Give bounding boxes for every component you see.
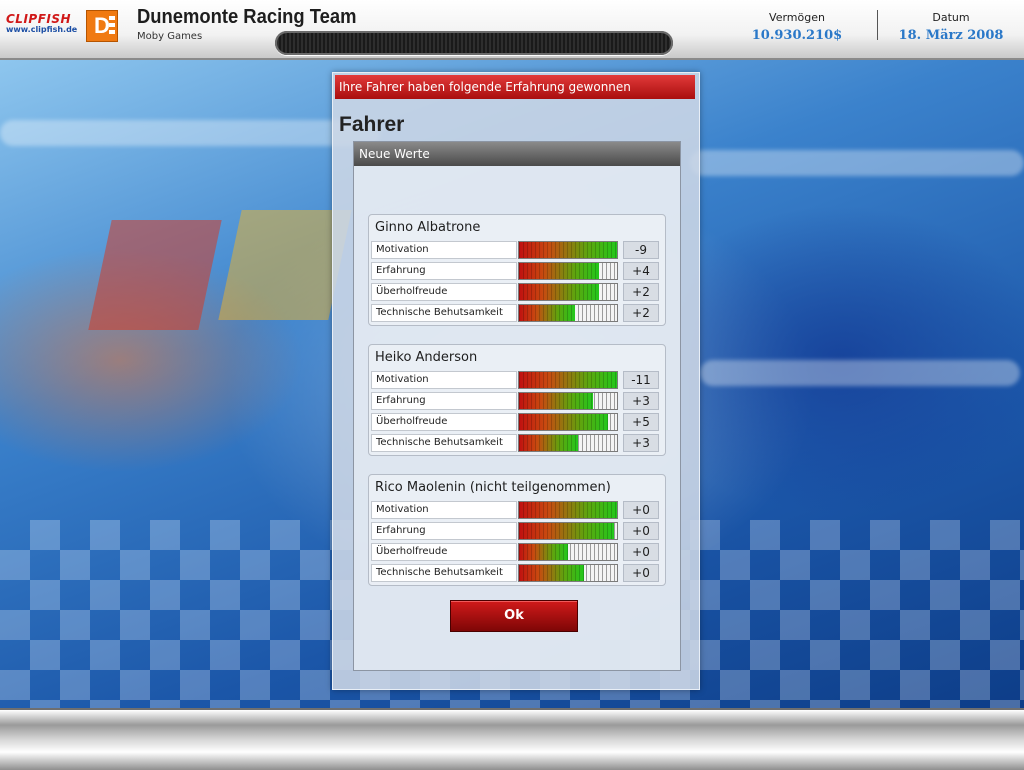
motion-streak bbox=[690, 150, 1024, 176]
stat-bar bbox=[518, 434, 618, 452]
stat-bar-fill bbox=[519, 544, 568, 560]
bottom-bar bbox=[0, 708, 1024, 770]
stat-label: Technische Behutsamkeit bbox=[371, 564, 517, 582]
brand-wordmark: CLIPFISH bbox=[6, 12, 72, 26]
stat-row: Technische Behutsamkeit +0 bbox=[371, 564, 661, 582]
driver-card: Heiko Anderson Motivation -11 Erfahrung … bbox=[368, 344, 666, 456]
stat-bar bbox=[518, 564, 618, 582]
stat-bar-fill bbox=[519, 565, 584, 581]
motion-streak bbox=[700, 360, 1020, 386]
motion-streak bbox=[0, 120, 380, 146]
stat-label: Motivation bbox=[371, 241, 517, 259]
stat-bar bbox=[518, 392, 618, 410]
stat-bar bbox=[518, 262, 618, 280]
stat-bar bbox=[518, 371, 618, 389]
stat-bar bbox=[518, 543, 618, 561]
stat-row: Überholfreude +2 bbox=[371, 283, 661, 301]
driver-name: Heiko Anderson bbox=[375, 350, 478, 365]
datum-label: Datum bbox=[932, 11, 970, 24]
stat-label: Überholfreude bbox=[371, 413, 517, 431]
new-values-panel: Neue Werte Ginno Albatrone Motivation -9… bbox=[353, 141, 681, 671]
stat-row: Technische Behutsamkeit +3 bbox=[371, 434, 661, 452]
stat-delta: -11 bbox=[623, 371, 659, 389]
stat-bar-fill bbox=[519, 284, 600, 300]
stat-delta: +0 bbox=[623, 522, 659, 540]
stat-bar-fill bbox=[519, 393, 594, 409]
stat-bar-fill bbox=[519, 372, 617, 388]
driver-name: Rico Maolenin (nicht teilgenommen) bbox=[375, 480, 611, 495]
stat-delta: +5 bbox=[623, 413, 659, 431]
clipfish-logo: CLIPFISH www.clipfish.de bbox=[6, 12, 78, 34]
stat-label: Erfahrung bbox=[371, 262, 517, 280]
stat-row: Motivation -11 bbox=[371, 371, 661, 389]
stat-label: Technische Behutsamkeit bbox=[371, 434, 517, 452]
dialog-title: Ihre Fahrer haben folgende Erfahrung gew… bbox=[335, 75, 695, 99]
stat-delta: +3 bbox=[623, 434, 659, 452]
team-subtitle: Moby Games bbox=[137, 31, 203, 42]
stat-bar-fill bbox=[519, 414, 609, 430]
experience-dialog: Ihre Fahrer haben folgende Erfahrung gew… bbox=[332, 72, 700, 690]
rtl-logo-blur bbox=[88, 220, 222, 330]
center-display-bar bbox=[275, 31, 673, 55]
team-logo-icon: D bbox=[86, 10, 118, 42]
stat-row: Technische Behutsamkeit +2 bbox=[371, 304, 661, 322]
driver-card: Ginno Albatrone Motivation -9 Erfahrung … bbox=[368, 214, 666, 326]
stat-label: Motivation bbox=[371, 371, 517, 389]
stat-delta: +0 bbox=[623, 501, 659, 519]
stat-bar-fill bbox=[519, 523, 615, 539]
stat-label: Motivation bbox=[371, 501, 517, 519]
driver-card: Rico Maolenin (nicht teilgenommen) Motiv… bbox=[368, 474, 666, 586]
stat-bar bbox=[518, 241, 618, 259]
stat-row: Erfahrung +3 bbox=[371, 392, 661, 410]
stat-bar bbox=[518, 304, 618, 322]
stat-bar-fill bbox=[519, 242, 617, 258]
ok-button[interactable]: Ok bbox=[450, 600, 578, 632]
datum-value: 18. März 2008 bbox=[898, 28, 1004, 43]
stat-bar-fill bbox=[519, 305, 575, 321]
stat-delta: +2 bbox=[623, 304, 659, 322]
stat-bar-fill bbox=[519, 502, 617, 518]
stat-bar bbox=[518, 413, 618, 431]
panel-header: Neue Werte bbox=[354, 142, 680, 166]
team-logo-letter: D bbox=[94, 13, 110, 38]
stat-row: Erfahrung +0 bbox=[371, 522, 661, 540]
stat-label: Erfahrung bbox=[371, 522, 517, 540]
stat-row: Erfahrung +4 bbox=[371, 262, 661, 280]
stat-row: Überholfreude +0 bbox=[371, 543, 661, 561]
vermoegen-label: Vermögen bbox=[769, 11, 825, 24]
top-bar: CLIPFISH www.clipfish.de D Dunemonte Rac… bbox=[0, 0, 1024, 60]
stat-delta: -9 bbox=[623, 241, 659, 259]
stat-label: Überholfreude bbox=[371, 543, 517, 561]
stat-delta: +0 bbox=[623, 543, 659, 561]
stat-row: Motivation -9 bbox=[371, 241, 661, 259]
vermoegen-value: 10.930.210$ bbox=[751, 28, 843, 43]
stat-bar bbox=[518, 501, 618, 519]
stat-bar bbox=[518, 522, 618, 540]
team-title: Dunemonte Racing Team bbox=[137, 6, 357, 28]
stat-row: Motivation +0 bbox=[371, 501, 661, 519]
stat-delta: +4 bbox=[623, 262, 659, 280]
driver-name: Ginno Albatrone bbox=[375, 220, 481, 235]
stat-bar-fill bbox=[519, 435, 578, 451]
stat-label: Überholfreude bbox=[371, 283, 517, 301]
stat-delta: +2 bbox=[623, 283, 659, 301]
stat-label: Technische Behutsamkeit bbox=[371, 304, 517, 322]
stat-label: Erfahrung bbox=[371, 392, 517, 410]
stat-bar bbox=[518, 283, 618, 301]
header-divider bbox=[877, 10, 878, 40]
stat-delta: +0 bbox=[623, 564, 659, 582]
brand-url: www.clipfish.de bbox=[6, 25, 78, 34]
section-heading: Fahrer bbox=[339, 113, 405, 136]
stat-row: Überholfreude +5 bbox=[371, 413, 661, 431]
stat-delta: +3 bbox=[623, 392, 659, 410]
stat-bar-fill bbox=[519, 263, 600, 279]
